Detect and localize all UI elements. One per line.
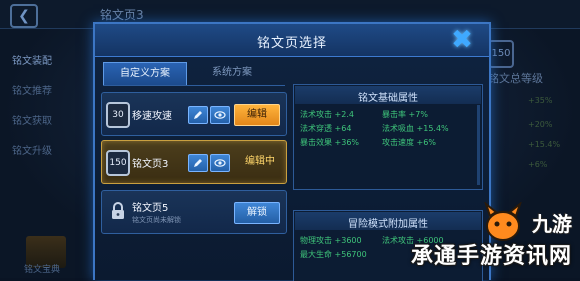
sidebar-item-recommend[interactable]: 铭文推荐 xyxy=(12,82,82,97)
bg-attr-value: +35% xyxy=(528,96,553,105)
dialog-header: 铭文页选择 xyxy=(95,24,489,57)
page-title: 铭文页3 xyxy=(100,8,144,22)
scheme-locked-note: 铭文页尚未解锁 xyxy=(132,216,181,224)
rename-icon[interactable] xyxy=(188,154,208,172)
bg-attr-value: +15.4% xyxy=(528,140,561,149)
attr-item: 暴击率 +7% xyxy=(382,110,428,119)
dialog-title: 铭文页选择 xyxy=(256,36,327,51)
edit-button[interactable]: 编辑 xyxy=(234,104,280,126)
watermark-text: 承通手游资讯网 xyxy=(410,244,572,269)
scheme-card-active[interactable]: 150 铭文页3 编辑中 xyxy=(101,140,287,184)
scheme-card[interactable]: 30 移速攻速 编辑 xyxy=(101,92,287,136)
mascot-logo-icon xyxy=(484,202,522,241)
tab-system[interactable]: 系统方案 xyxy=(191,62,273,84)
attr-item: 暴击效果 +36% xyxy=(300,138,360,147)
scheme-name: 铭文页5 xyxy=(132,203,169,214)
tab-custom[interactable]: 自定义方案 xyxy=(103,62,187,86)
watermark-logo-text: 九游 xyxy=(532,212,572,236)
sidebar-item-obtain[interactable]: 铭文获取 xyxy=(12,112,82,127)
preview-eye-icon[interactable] xyxy=(210,154,230,172)
attr-item: 物理攻击 +3600 xyxy=(300,236,362,245)
bg-attr-value: +6% xyxy=(528,160,548,169)
attr-item: 法术穿透 +64 xyxy=(300,124,352,133)
back-icon[interactable]: ❮ xyxy=(10,4,38,28)
scrollbar[interactable] xyxy=(477,105,480,185)
sidebar-item-upgrade[interactable]: 铭文升级 xyxy=(12,142,82,157)
sidebar-item-equip[interactable]: 铭文装配 xyxy=(12,52,82,67)
codex-label: 铭文宝典 xyxy=(24,265,61,275)
rename-icon[interactable] xyxy=(188,106,208,124)
level-badge: 30 xyxy=(106,102,130,128)
lock-icon xyxy=(112,202,124,219)
tab-divider xyxy=(103,85,285,86)
total-level-label: 铭文总等级 xyxy=(488,72,543,85)
editing-status: 编辑中 xyxy=(245,156,275,167)
close-icon[interactable]: ✖ xyxy=(449,27,475,53)
unlock-button[interactable]: 解锁 xyxy=(234,202,280,224)
attr-item: 最大生命 +56700 xyxy=(300,250,367,259)
watermark: 九游 承通手游资讯网 xyxy=(366,202,576,274)
scheme-name: 铭文页3 xyxy=(132,159,169,170)
attr-item: 攻击速度 +6% xyxy=(382,138,436,147)
total-level-badge: 150 xyxy=(488,40,514,68)
basic-attr-panel: 铭文基础属性 法术攻击 +2.4 暴击率 +7% 法术穿透 +64 法术吸血 +… xyxy=(293,84,483,190)
scheme-card-locked[interactable]: 铭文页5 铭文页尚未解锁 解锁 xyxy=(101,190,287,234)
level-badge: 150 xyxy=(106,150,130,176)
bg-attr-value: +20% xyxy=(528,120,553,129)
basic-attr-title: 铭文基础属性 xyxy=(358,93,418,104)
preview-eye-icon[interactable] xyxy=(210,106,230,124)
attr-item: 法术吸血 +15.4% xyxy=(382,124,449,133)
scheme-name: 移速攻速 xyxy=(132,111,172,122)
attr-item: 法术攻击 +2.4 xyxy=(300,110,354,119)
